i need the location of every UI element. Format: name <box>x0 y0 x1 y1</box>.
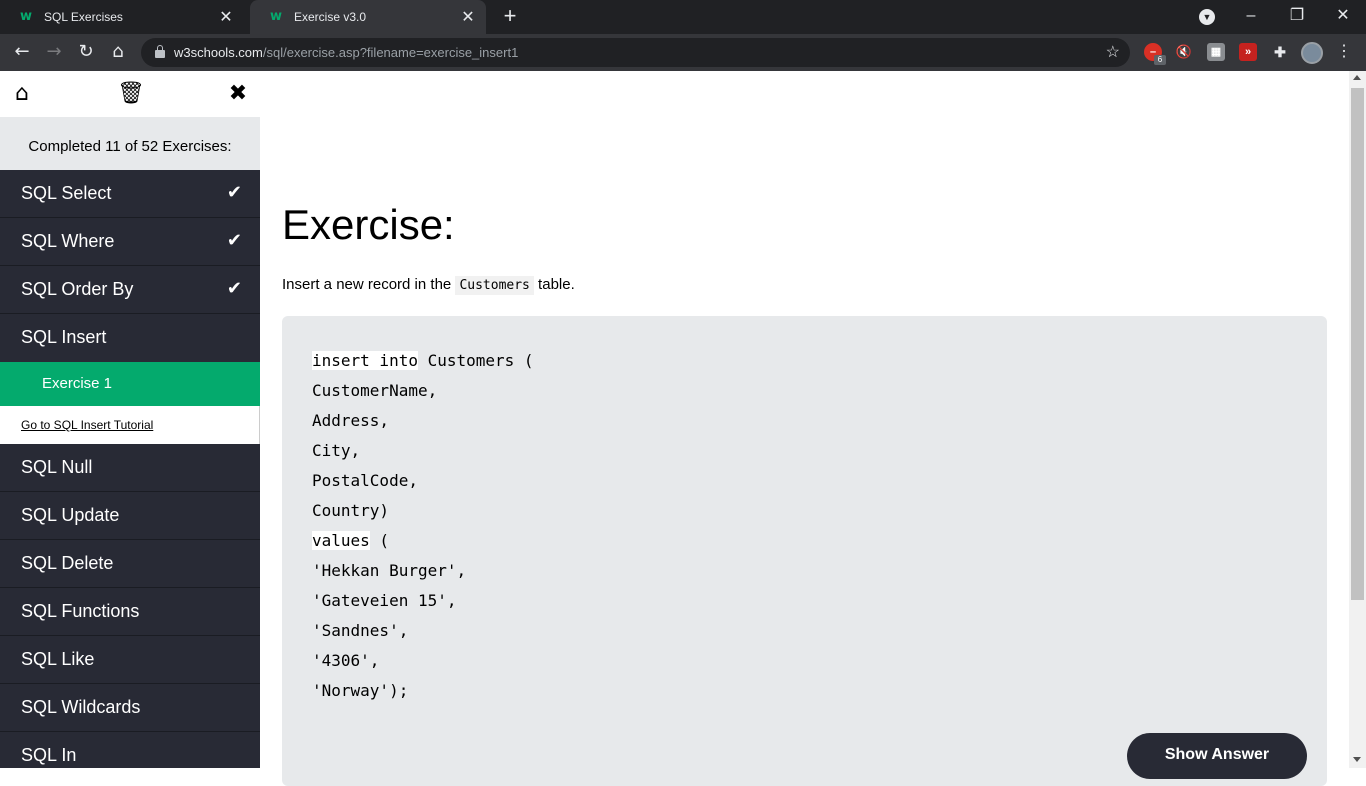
sidebar-item-label: SQL Functions <box>21 601 140 621</box>
instruction-text: Insert a new record in the <box>282 276 456 293</box>
bookmark-star-icon[interactable]: ☆ <box>1106 42 1120 62</box>
tab-sql-exercises[interactable]: w SQL Exercises ✕ <box>0 0 244 34</box>
code-line: 'Sandnes', <box>312 621 409 640</box>
scrollbar-thumb[interactable] <box>1351 88 1364 600</box>
code-line: insert into Customers ( <box>312 351 534 370</box>
sidebar-item-label: SQL Insert <box>21 327 107 347</box>
extension-gray-icon[interactable]: ▦ <box>1207 43 1225 61</box>
new-tab-icon[interactable]: + <box>498 4 522 28</box>
sidebar-item-label: SQL Null <box>21 457 93 477</box>
sidebar-item-label: SQL In <box>21 745 77 765</box>
exercise-menu: SQL Select ✔ SQL Where ✔ SQL Order By ✔ … <box>0 170 260 768</box>
tab-title: SQL Exercises <box>44 10 123 24</box>
tab-close-icon[interactable]: ✕ <box>218 7 234 27</box>
code-line: Address, <box>312 411 390 430</box>
w3schools-favicon-icon: w <box>270 9 283 24</box>
sidebar-item-label: SQL Update <box>21 505 120 525</box>
url-text: w3schools.com/sql/exercise.asp?filename=… <box>174 45 518 60</box>
trash-icon[interactable]: 🗑 <box>117 81 145 107</box>
instruction-code: Customers <box>455 276 534 295</box>
reload-icon[interactable]: ↻ <box>74 40 98 64</box>
extension-red-icon[interactable]: » <box>1239 43 1257 61</box>
url-path: /sql/exercise.asp?filename=exercise_inse… <box>262 45 519 60</box>
window-close-icon[interactable]: ✕ <box>1329 4 1357 28</box>
sidebar-item-functions[interactable]: SQL Functions <box>0 588 260 636</box>
mute-tab-icon[interactable]: 🔇 <box>1175 43 1193 61</box>
sidebar-item-update[interactable]: SQL Update <box>0 492 260 540</box>
scroll-down-icon[interactable] <box>1353 757 1361 762</box>
browser-toolbar: ← → ↻ ⌂ w3schools.com/sql/exercise.asp?f… <box>0 34 1366 71</box>
home-icon[interactable]: ⌂ <box>9 81 35 107</box>
browser-menu-icon[interactable]: ⋮ <box>1336 40 1352 64</box>
code-line: 'Norway'); <box>312 681 409 700</box>
extensions-puzzle-icon[interactable]: ✚ <box>1271 43 1289 61</box>
sidebar-item-in[interactable]: SQL In <box>0 732 260 768</box>
w3schools-favicon-icon: w <box>20 9 33 24</box>
home-browser-icon[interactable]: ⌂ <box>106 40 130 64</box>
profile-avatar[interactable] <box>1301 42 1323 64</box>
back-icon[interactable]: ← <box>10 40 34 64</box>
answer-input-2[interactable]: values <box>312 531 370 550</box>
sidebar-item-label: SQL Delete <box>21 553 114 573</box>
page: ⌂ 🗑 ✖ Completed 11 of 52 Exercises: SQL … <box>0 71 1366 786</box>
close-icon[interactable]: ✖ <box>225 81 251 107</box>
check-icon: ✔ <box>226 278 242 299</box>
minimize-icon[interactable]: – <box>1237 4 1265 28</box>
exercise-content: Exercise: Insert a new record in the Cus… <box>282 71 1327 786</box>
sub-exercise-1[interactable]: Exercise 1 <box>0 362 260 406</box>
sidebar-item-select[interactable]: SQL Select ✔ <box>0 170 260 218</box>
code-line: 'Gateveien 15', <box>312 591 457 610</box>
instruction-text-end: table. <box>533 276 575 293</box>
tab-search-icon[interactable]: ▼ <box>1199 9 1215 25</box>
check-icon: ✔ <box>226 182 242 203</box>
code-line: 'Hekkan Burger', <box>312 561 467 580</box>
code-line: '4306', <box>312 651 380 670</box>
progress-text: Completed 11 of 52 Exercises: <box>0 117 260 170</box>
sidebar-item-insert[interactable]: SQL Insert <box>0 314 260 362</box>
sidebar-toolbar: ⌂ 🗑 ✖ <box>0 71 260 117</box>
sidebar-item-label: SQL Order By <box>21 279 134 299</box>
code-editor: insert into Customers ( CustomerName, Ad… <box>282 316 1327 786</box>
code-line: CustomerName, <box>312 381 438 400</box>
show-answer-button[interactable]: Show Answer <box>1127 733 1307 779</box>
sidebar-item-label: SQL Like <box>21 649 95 669</box>
code-line: PostalCode, <box>312 471 418 490</box>
sidebar-item-label: SQL Select <box>21 183 112 203</box>
sidebar-item-label: SQL Where <box>21 231 115 251</box>
restore-icon[interactable]: ❐ <box>1283 4 1311 28</box>
exercise-instruction: Insert a new record in the Customers tab… <box>282 276 575 295</box>
extension-badge: 6 <box>1154 55 1166 65</box>
sidebar-item-delete[interactable]: SQL Delete <box>0 540 260 588</box>
sidebar: ⌂ 🗑 ✖ Completed 11 of 52 Exercises: SQL … <box>0 71 260 768</box>
sidebar-item-order-by[interactable]: SQL Order By ✔ <box>0 266 260 314</box>
sidebar-item-where[interactable]: SQL Where ✔ <box>0 218 260 266</box>
code-line: Country) <box>312 501 390 520</box>
tutorial-link-container: Go to SQL Insert Tutorial <box>0 406 260 444</box>
browser-tab-bar: w SQL Exercises ✕ w Exercise v3.0 ✕ + ▼ … <box>0 0 1366 34</box>
tab-exercise[interactable]: w Exercise v3.0 ✕ <box>250 0 486 34</box>
address-bar[interactable]: w3schools.com/sql/exercise.asp?filename=… <box>141 38 1130 67</box>
sidebar-item-null[interactable]: SQL Null <box>0 444 260 492</box>
scroll-up-icon[interactable] <box>1353 75 1361 80</box>
code-line: values ( <box>312 531 390 550</box>
tab-title: Exercise v3.0 <box>294 10 367 24</box>
check-icon: ✔ <box>226 230 242 251</box>
lock-icon[interactable] <box>155 45 165 59</box>
tutorial-link[interactable]: Go to SQL Insert Tutorial <box>21 418 153 432</box>
sidebar-item-label: SQL Wildcards <box>21 697 141 717</box>
url-host: w3schools.com <box>174 45 263 60</box>
answer-input-1[interactable]: insert into <box>312 351 418 370</box>
page-title: Exercise: <box>282 201 455 248</box>
tab-close-icon[interactable]: ✕ <box>460 7 476 27</box>
code-line: City, <box>312 441 361 460</box>
sidebar-item-wildcards[interactable]: SQL Wildcards <box>0 684 260 732</box>
sidebar-item-like[interactable]: SQL Like <box>0 636 260 684</box>
forward-icon[interactable]: → <box>42 40 66 64</box>
